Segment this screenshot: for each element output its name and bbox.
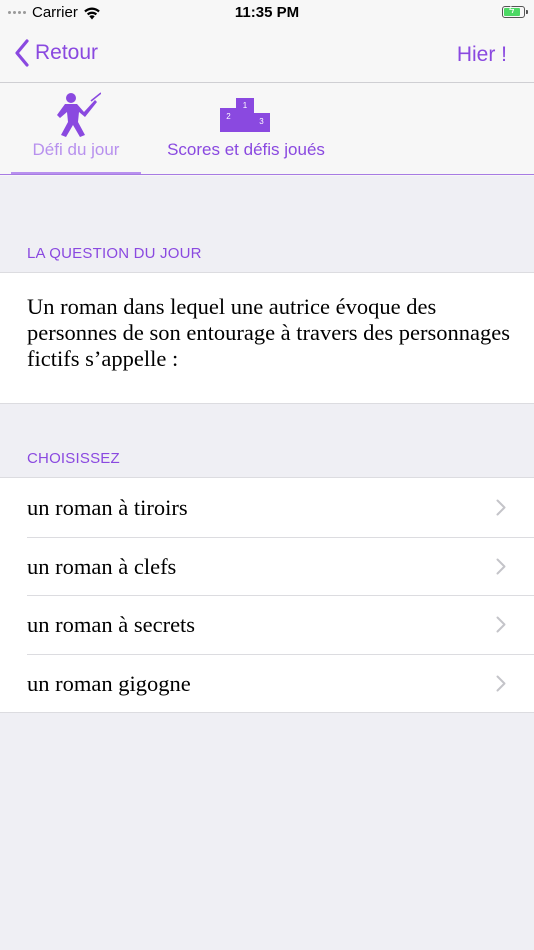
question-card: Un roman dans lequel une autrice évoque … bbox=[0, 272, 534, 404]
status-time: 11:35 PM bbox=[234, 4, 300, 21]
tab-defi-du-jour[interactable]: Défi du jour bbox=[11, 83, 141, 176]
chevron-right-icon bbox=[496, 558, 506, 574]
svg-text:3: 3 bbox=[259, 117, 264, 126]
chevron-left-icon bbox=[15, 39, 29, 67]
choices-section-header: CHOISISSEZ bbox=[27, 450, 120, 467]
tab-label: Scores et défis joués bbox=[167, 140, 325, 159]
yesterday-button[interactable]: Hier ! bbox=[457, 43, 507, 67]
podium-icon: 1 2 3 bbox=[220, 98, 270, 132]
tab-label: Défi du jour bbox=[32, 140, 120, 159]
status-bar: Carrier 11:35 PM ϟ bbox=[0, 0, 534, 26]
question-section-header: LA QUESTION DU JOUR bbox=[27, 245, 202, 262]
svg-text:2: 2 bbox=[226, 112, 231, 121]
choice-label: un roman à secrets bbox=[27, 612, 196, 637]
choice-item[interactable]: un roman à tiroirs bbox=[0, 478, 534, 537]
choice-item[interactable]: un roman à secrets bbox=[0, 595, 534, 654]
choice-item[interactable]: un roman à clefs bbox=[0, 536, 534, 596]
choice-item[interactable]: un roman gigogne bbox=[0, 653, 534, 713]
chevron-right-icon bbox=[496, 499, 506, 516]
svg-text:1: 1 bbox=[243, 101, 248, 110]
choice-label: un roman à tiroirs bbox=[27, 495, 188, 520]
tab-strip-divider bbox=[0, 174, 534, 175]
choice-label: un roman à clefs bbox=[27, 553, 177, 579]
fencer-icon bbox=[57, 92, 101, 137]
choice-label: un roman gigogne bbox=[27, 670, 191, 696]
chevron-right-icon bbox=[496, 675, 506, 691]
charging-bolt-icon: ϟ bbox=[509, 5, 515, 16]
navigation-bar: Retour Hier ! bbox=[0, 26, 534, 83]
battery-icon: ϟ bbox=[502, 5, 528, 18]
back-button-label: Retour bbox=[35, 41, 99, 64]
chevron-right-icon bbox=[496, 616, 506, 633]
tab-scores-et-defis-joues[interactable]: 1 2 3 Scores et défis joués bbox=[151, 83, 341, 176]
question-text: Un roman dans lequel une autrice évoque … bbox=[27, 294, 510, 371]
choices-list: un roman à tiroirs un roman à clefs un r… bbox=[0, 477, 534, 713]
back-button[interactable]: Retour bbox=[14, 39, 98, 67]
tab-strip: Défi du jour 1 2 3 Scores et défis joués bbox=[0, 83, 534, 176]
